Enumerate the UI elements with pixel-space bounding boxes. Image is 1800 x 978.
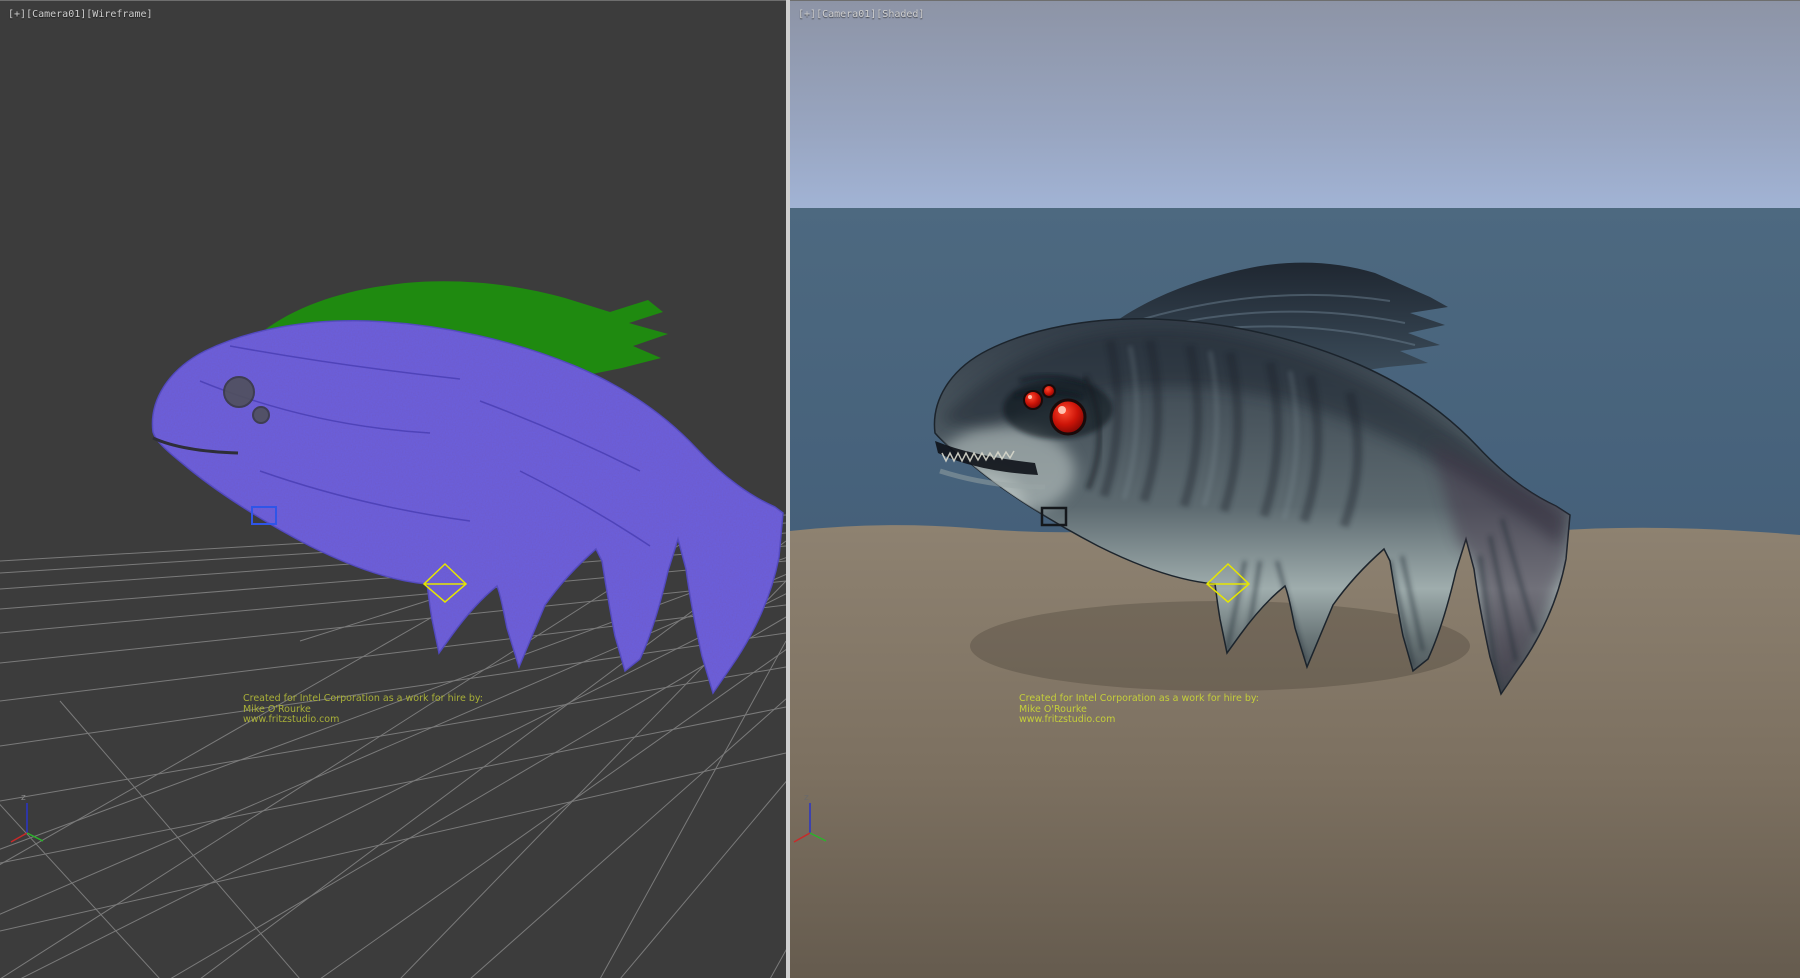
viewport-left-wireframe[interactable]: z [+][Camera01][Wireframe] Created for I… [0, 0, 786, 978]
axis-z-label: z [804, 793, 809, 803]
viewport-canvas-left: z [0, 1, 786, 978]
viewport-menu-icon[interactable]: [+] [798, 9, 816, 20]
axis-z-label: z [21, 793, 26, 803]
viewport-shading-menu[interactable]: [Wireframe] [86, 9, 152, 20]
viewport-label-right: [+][Camera01][Shaded] [798, 9, 924, 20]
watermark-line: Created for Intel Corporation as a work … [243, 694, 483, 705]
watermark-line: Created for Intel Corporation as a work … [1019, 694, 1259, 705]
viewport-menu-icon[interactable]: [+] [8, 9, 26, 20]
dual-viewport-workspace: z [+][Camera01][Wireframe] Created for I… [0, 0, 1800, 978]
viewport-camera-menu[interactable]: [Camera01] [816, 9, 876, 20]
watermark-right: Created for Intel Corporation as a work … [1019, 694, 1259, 726]
watermark-line: www.fritzstudio.com [243, 715, 483, 726]
viewport-label-left: [+][Camera01][Wireframe] [8, 9, 153, 20]
watermark-left: Created for Intel Corporation as a work … [243, 694, 483, 726]
viewport-canvas-right: z [790, 1, 1800, 978]
viewport-shading-menu[interactable]: [Shaded] [876, 9, 924, 20]
viewport-camera-menu[interactable]: [Camera01] [26, 9, 86, 20]
watermark-line: www.fritzstudio.com [1019, 715, 1259, 726]
sky [790, 1, 1800, 213]
viewport-right-shaded[interactable]: z [+][Camera01][Shaded] Created for Inte… [790, 0, 1800, 978]
